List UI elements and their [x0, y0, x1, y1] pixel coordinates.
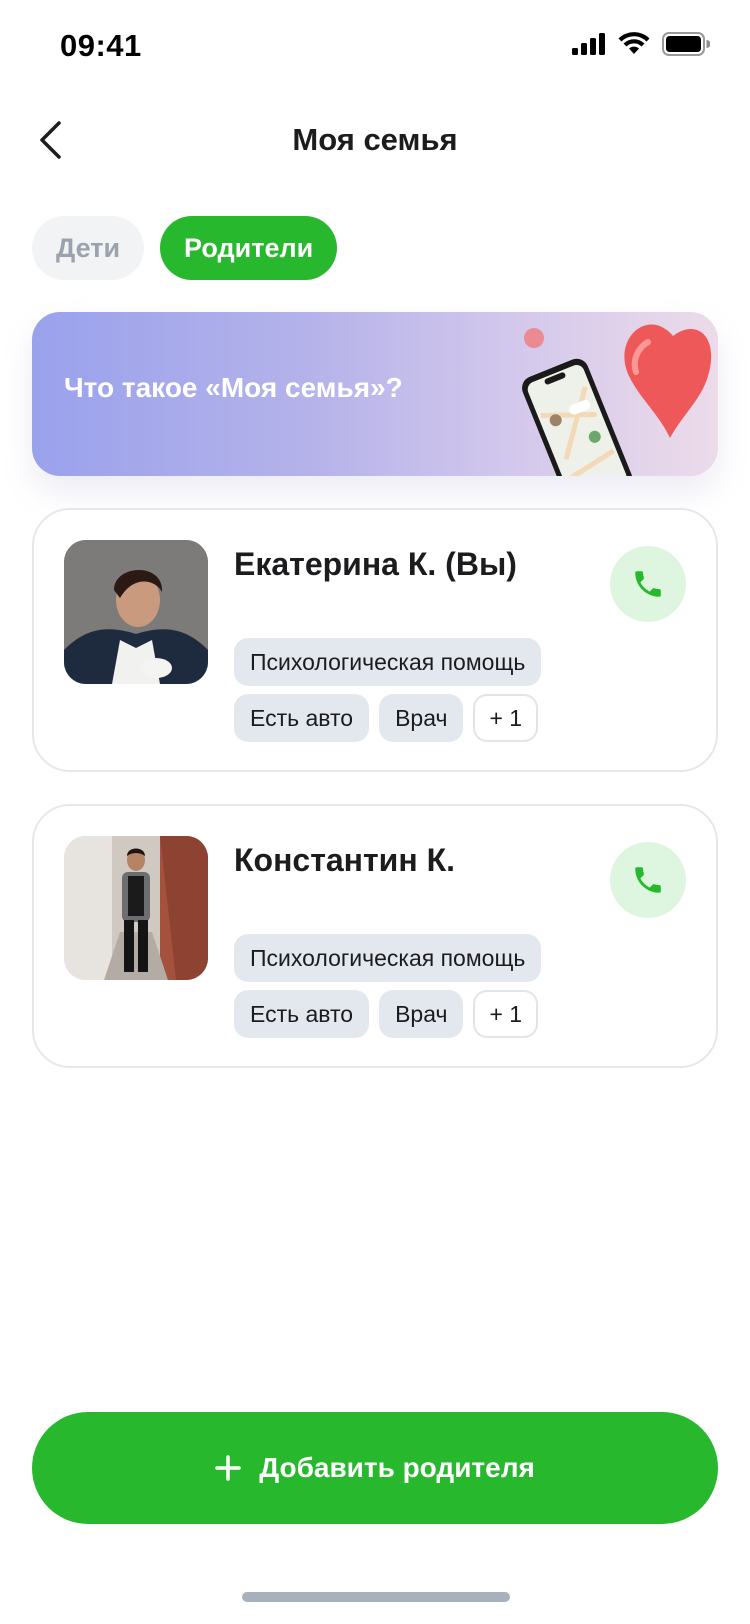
tag-psychological-help: Психологическая помощь — [234, 934, 542, 982]
family-member-card[interactable]: Екатерина К. (Вы) Психологическая помощь… — [32, 508, 718, 772]
tab-parents[interactable]: Родители — [160, 216, 338, 280]
banner-text: Что такое «Моя семья»? — [64, 372, 403, 403]
status-icons — [572, 32, 710, 56]
family-member-card[interactable]: Константин К. Психологическая помощь Ест… — [32, 804, 718, 1068]
call-button[interactable] — [610, 546, 686, 622]
navigation-bar: Моя семья — [0, 96, 750, 184]
phone-icon — [635, 867, 661, 893]
more-tags-button[interactable]: + 1 — [473, 694, 539, 742]
call-button[interactable] — [610, 842, 686, 918]
member-name: Константин К. — [234, 842, 455, 878]
page-title: Моя семья — [292, 122, 458, 157]
home-indicator[interactable] — [242, 1592, 510, 1602]
status-time: 09:41 — [60, 28, 142, 63]
tag-doctor: Врач — [379, 694, 464, 742]
family-tabs: Дети Родители — [32, 216, 338, 280]
more-tags-button[interactable]: + 1 — [473, 990, 539, 1038]
add-parent-button[interactable]: Добавить родителя — [32, 1412, 718, 1524]
avatar — [64, 540, 208, 684]
phone-icon — [635, 571, 661, 597]
member-tags: Психологическая помощь Есть авто Врач + … — [234, 638, 594, 742]
cellular-signal-icon — [572, 33, 605, 55]
status-bar: 09:41 — [0, 0, 750, 96]
my-family-info-banner[interactable]: Что такое «Моя семья»? — [32, 312, 718, 476]
battery-icon — [662, 32, 710, 56]
tag-has-car: Есть авто — [234, 990, 370, 1038]
wifi-icon — [618, 32, 650, 54]
member-tags: Психологическая помощь Есть авто Врач + … — [234, 934, 594, 1038]
tag-doctor: Врач — [379, 990, 464, 1038]
member-name: Екатерина К. (Вы) — [234, 546, 517, 582]
tab-children[interactable]: Дети — [32, 216, 145, 280]
avatar — [64, 836, 208, 980]
tag-has-car: Есть авто — [234, 694, 370, 742]
plus-icon — [215, 1455, 241, 1481]
add-parent-label: Добавить родителя — [259, 1452, 535, 1483]
tag-psychological-help: Психологическая помощь — [234, 638, 542, 686]
phone-heart-illustration — [522, 324, 712, 476]
